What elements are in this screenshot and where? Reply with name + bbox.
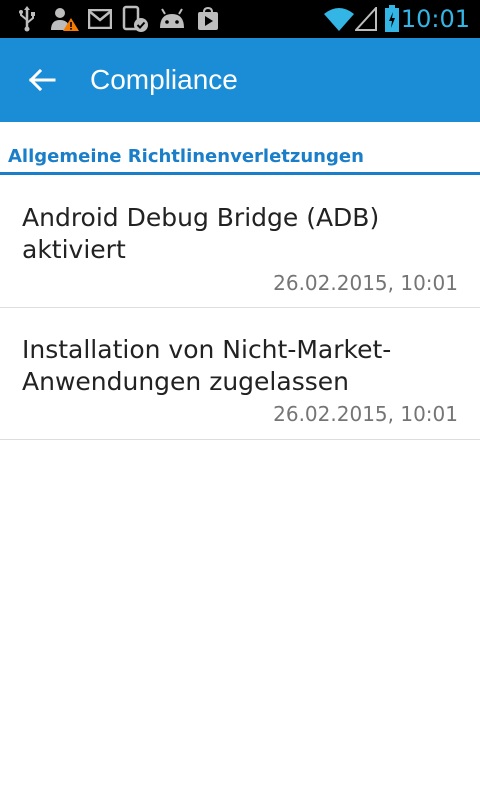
page-title: Compliance [90,64,238,95]
play-store-icon [194,0,222,38]
list-item[interactable]: Installation von Nicht-Market-Anwendunge… [0,308,480,440]
list-item-timestamp: 26.02.2015, 10:01 [273,271,458,295]
list-item[interactable]: Android Debug Bridge (ADB) aktiviert 26.… [0,175,480,308]
signal-icon [354,0,378,38]
list-item-title: Android Debug Bridge (ADB) aktiviert [22,203,380,264]
app-bar: Compliance [0,38,480,122]
android-icon [156,0,188,38]
status-time: 10:01 [400,5,470,33]
list-item-timestamp: 26.02.2015, 10:01 [273,402,458,426]
arrow-back-icon[interactable] [20,58,64,102]
section-header: Allgemeine Richtlinenverletzungen [0,140,480,175]
wifi-icon [322,0,356,38]
usb-icon [12,0,42,38]
device-check-icon [120,0,150,38]
status-bar: 10:01 [0,0,480,38]
section-label: Allgemeine Richtlinenverletzungen [8,146,364,167]
gmail-icon [86,0,114,38]
list-item-title: Installation von Nicht-Market-Anwendunge… [22,335,392,396]
user-warning-icon [48,0,80,38]
